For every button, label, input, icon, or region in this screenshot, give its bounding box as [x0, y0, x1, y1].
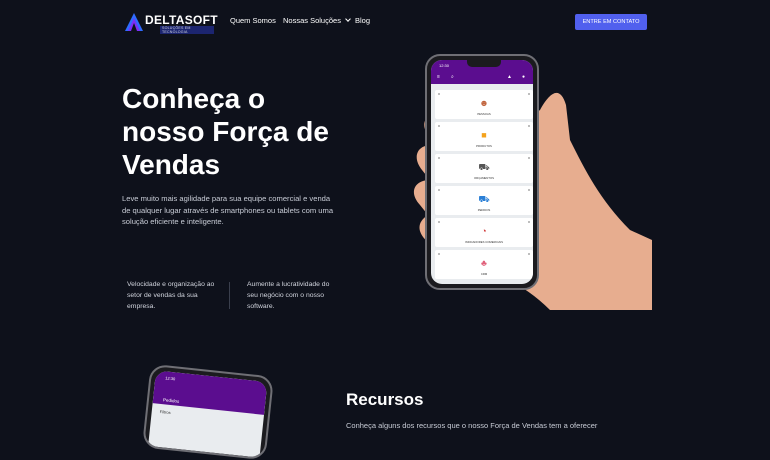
card-dot-icon	[438, 253, 440, 255]
card-dot-icon	[528, 93, 530, 95]
card-orcamentos[interactable]: ⛟ ORÇAMENTOS	[435, 154, 533, 183]
status-time: 12:30	[165, 375, 176, 382]
status-time: 12:30	[439, 63, 450, 68]
card-dot-icon	[528, 125, 530, 127]
cart-icon: ⛟	[478, 194, 490, 204]
phone-screen-secondary: 12:30 Pedidos Filtros	[148, 370, 268, 458]
hero-title: Conheça o nosso Força de Vendas	[122, 82, 342, 181]
card-dot-icon	[438, 157, 440, 159]
nav-nossas-solucoes-label: Nossas Soluções	[283, 16, 341, 25]
pedidos-title: Pedidos	[162, 397, 180, 404]
delta-triangle-icon	[125, 13, 143, 31]
brand-tagline: SOLUÇÕES EM TECNOLOGIA	[160, 26, 214, 34]
filter-label[interactable]: Filtros	[160, 409, 171, 415]
card-indicadores[interactable]: ◔ INDICADORES COMERCIAIS	[435, 218, 533, 247]
people-icon: ♣	[481, 258, 487, 268]
resources-title: Recursos	[346, 390, 424, 409]
menu-icon[interactable]: ≡	[437, 74, 440, 80]
chart-icon: ◔	[481, 226, 487, 236]
card-label: ORÇAMENTOS	[474, 176, 494, 180]
card-produtos[interactable]: ■ PRODUTOS	[435, 122, 533, 151]
card-dot-icon	[438, 189, 440, 191]
card-label: CRM	[480, 272, 488, 276]
box-icon: ■	[481, 130, 487, 140]
app-bar: 12:30 ≡ ⌕ ▲ ●	[431, 60, 533, 84]
feature-divider	[229, 282, 230, 309]
cart-icon: ⛟	[478, 162, 490, 172]
contact-button[interactable]: ENTRE EM CONTATO	[575, 14, 647, 30]
phone-notch	[467, 60, 501, 67]
card-label: INDICADORES COMERCIAIS	[465, 240, 503, 244]
card-dot-icon	[528, 221, 530, 223]
chevron-down-icon	[345, 16, 351, 22]
hero-title-line-3: Vendas	[122, 149, 221, 180]
nav-quem-somos[interactable]: Quem Somos	[230, 16, 276, 25]
nav-nossas-solucoes[interactable]: Nossas Soluções	[283, 16, 351, 25]
hero-title-line-1: Conheça o	[122, 83, 266, 114]
user-icon[interactable]: ●	[522, 74, 525, 80]
card-dot-icon	[438, 93, 440, 95]
feature-profit: Aumente a lucratividade do seu negócio c…	[247, 281, 330, 310]
card-dot-icon	[438, 125, 440, 127]
card-label: PESSOAS	[477, 112, 491, 116]
person-icon: ☻	[479, 98, 489, 108]
phone-mockup: 12:30 ≡ ⌕ ▲ ● ☻ PESSOAS ■ PRODUTOS ⛟ ORÇ…	[425, 54, 539, 290]
feature-speed: Velocidade e organização ao setor de ven…	[127, 281, 215, 310]
resources-text: Conheça alguns dos recursos que o nosso …	[346, 421, 598, 430]
card-dot-icon	[528, 189, 530, 191]
deltasoft-logo[interactable]: DELTASOFT SOLUÇÕES EM TECNOLOGIA	[124, 12, 218, 34]
card-dot-icon	[528, 253, 530, 255]
hero-title-line-2: nosso Força de	[122, 116, 329, 147]
nav-blog[interactable]: Blog	[355, 16, 370, 25]
app-bar-secondary: 12:30 Pedidos	[152, 370, 268, 415]
card-pessoas[interactable]: ☻ PESSOAS	[435, 90, 533, 119]
top-nav: DELTASOFT SOLUÇÕES EM TECNOLOGIA Quem So…	[0, 0, 770, 44]
card-dot-icon	[438, 221, 440, 223]
brand-name: DELTASOFT	[145, 13, 218, 27]
bell-icon[interactable]: ▲	[507, 74, 512, 80]
card-crm[interactable]: ♣ CRM	[435, 250, 533, 279]
card-label: PEDIDOS	[477, 208, 491, 212]
card-label: PRODUTOS	[476, 144, 492, 148]
card-pedidos[interactable]: ⛟ PEDIDOS	[435, 186, 533, 215]
phone-screen: 12:30 ≡ ⌕ ▲ ● ☻ PESSOAS ■ PRODUTOS ⛟ ORÇ…	[431, 60, 533, 284]
search-icon[interactable]: ⌕	[451, 74, 454, 80]
card-dot-icon	[528, 157, 530, 159]
hero-description: Leve muito mais agilidade para sua equip…	[122, 194, 334, 226]
phone-mockup-secondary: 12:30 Pedidos Filtros	[141, 363, 275, 460]
